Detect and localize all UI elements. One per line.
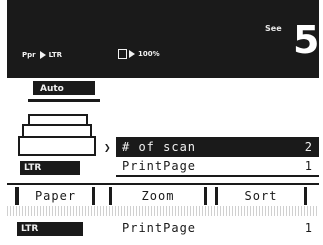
softkey-label: Sort: [244, 189, 278, 203]
scroll-divider: [7, 206, 319, 216]
softkey-label: Paper: [34, 189, 77, 203]
list-item-value: 2: [304, 140, 313, 154]
list-item-printpage[interactable]: PrintPage 1: [116, 218, 319, 238]
list-item-scan[interactable]: # of scan 2: [116, 137, 319, 157]
list-item-printpage[interactable]: PrintPage 1: [116, 157, 319, 177]
sheet-3: [18, 136, 96, 156]
play-arrow-icon: [129, 50, 135, 58]
option-list-continued: PrintPage 1: [116, 218, 319, 238]
paper-size-badge: LTR: [20, 161, 80, 175]
paper-softkey[interactable]: Paper: [15, 187, 95, 205]
copier-screen: See 5 Ppr LTR 100% Auto LTR ❯ # of scan …: [0, 0, 323, 245]
softkey-label: Zoom: [141, 189, 175, 203]
list-item-label: PrintPage: [122, 159, 197, 173]
play-arrow-icon: [39, 51, 46, 59]
mode-label[interactable]: Auto: [33, 81, 95, 95]
sup-label: See: [265, 24, 282, 33]
paper-label: Ppr: [22, 51, 36, 59]
zoom-status: 100%: [118, 49, 160, 59]
zoom-icon: [118, 49, 127, 59]
status-panel: See 5: [7, 0, 319, 78]
copy-count: 5: [293, 18, 320, 62]
paper-value: LTR: [48, 51, 63, 59]
sort-softkey[interactable]: Sort: [215, 187, 307, 205]
paper-size-badge: LTR: [17, 222, 83, 236]
list-item-value: 1: [304, 221, 313, 235]
option-list: # of scan 2 PrintPage 1: [116, 137, 319, 177]
list-item-label: PrintPage: [122, 221, 197, 235]
divider: [28, 99, 100, 102]
paper-status: Ppr LTR: [22, 49, 62, 61]
zoom-value: 100%: [138, 50, 160, 58]
paper-stack-icon: LTR: [18, 114, 98, 178]
list-item-label: # of scan: [122, 140, 197, 154]
list-item-value: 1: [304, 159, 313, 173]
zoom-softkey[interactable]: Zoom: [109, 187, 207, 205]
arrow-right-icon: ❯: [104, 141, 111, 154]
